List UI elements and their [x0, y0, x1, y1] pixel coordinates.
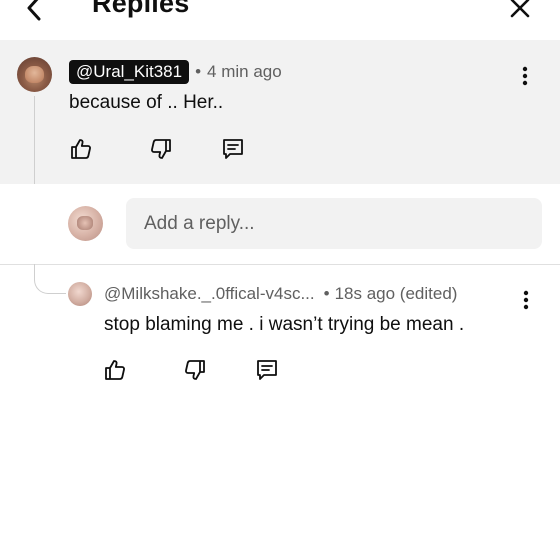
comment-menu-button[interactable]	[515, 64, 535, 88]
reply-time: 18s ago (edited)	[334, 284, 458, 303]
reply-dislike-button[interactable]	[182, 357, 208, 383]
reply-avatar[interactable]	[68, 282, 92, 306]
close-button[interactable]	[504, 0, 536, 24]
meta-separator: •	[323, 284, 330, 303]
close-icon	[510, 0, 530, 18]
comment-time: 4 min ago	[207, 62, 282, 81]
thumbs-up-icon	[71, 139, 91, 159]
reply-author-handle[interactable]: @Milkshake._.0ffical-v4sc...	[104, 284, 315, 304]
thumbs-down-icon	[151, 139, 171, 159]
reply-text: stop blaming me . i wasn’t trying be mea…	[104, 314, 465, 335]
user-avatar	[68, 206, 103, 241]
divider	[0, 264, 560, 265]
comment-meta: @Ural_Kit381 • 4 min ago	[69, 60, 282, 84]
reply-comment-icon	[257, 360, 277, 380]
reply-like-button[interactable]	[102, 357, 128, 383]
dislike-button[interactable]	[148, 136, 174, 162]
reply-menu-button[interactable]	[516, 288, 536, 312]
thumbs-up-icon	[105, 360, 125, 380]
back-button[interactable]	[20, 0, 48, 24]
meta-separator: •	[195, 62, 202, 81]
thumbs-down-icon	[185, 360, 205, 380]
reply-input[interactable]	[126, 198, 542, 249]
author-handle[interactable]: @Ural_Kit381	[69, 60, 190, 84]
reply-thread-connector	[34, 264, 66, 294]
reply-meta: @Milkshake._.0ffical-v4sc... • 18s ago (…	[104, 284, 457, 304]
chevron-left-icon	[27, 0, 41, 21]
avatar[interactable]	[17, 57, 52, 92]
reply-comment-icon	[223, 139, 243, 159]
thread-line	[34, 96, 35, 184]
replies-header: Replies	[0, 0, 560, 40]
reply-button[interactable]	[220, 136, 246, 162]
page-title: Replies	[92, 0, 190, 18]
comment-text: because of .. Her..	[69, 92, 224, 113]
reply-composer	[0, 184, 560, 264]
main-comment: @Ural_Kit381 • 4 min ago because of .. H…	[0, 40, 560, 184]
reply-reply-button[interactable]	[254, 357, 280, 383]
like-button[interactable]	[68, 136, 94, 162]
more-vertical-icon	[522, 66, 528, 86]
more-vertical-icon	[523, 290, 529, 310]
